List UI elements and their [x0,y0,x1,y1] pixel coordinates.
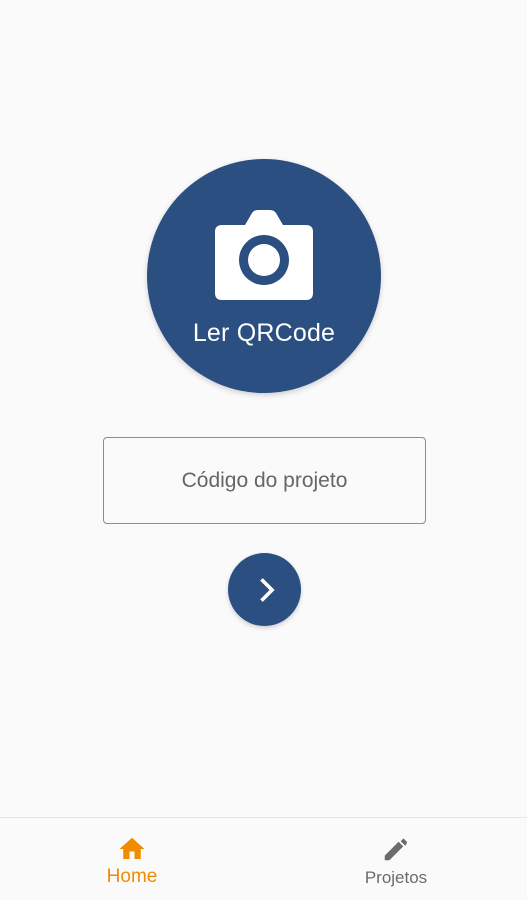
bottom-navigation: Home Projetos [0,817,527,900]
submit-code-button[interactable] [228,553,301,626]
pencil-icon [384,838,408,861]
home-icon [119,837,145,859]
nav-label-home: Home [106,866,158,887]
nav-item-projetos[interactable]: Projetos [316,818,476,900]
nav-label-projetos: Projetos [364,868,428,887]
read-qrcode-button[interactable]: Ler QRCode [147,159,381,393]
camera-icon [215,210,313,300]
home-screen: Ler QRCode Home Projetos [0,0,527,900]
read-qrcode-label: Ler QRCode [192,319,336,347]
chevron-right-icon [259,577,275,602]
project-code-input[interactable] [103,437,426,524]
nav-item-home[interactable]: Home [52,818,212,900]
